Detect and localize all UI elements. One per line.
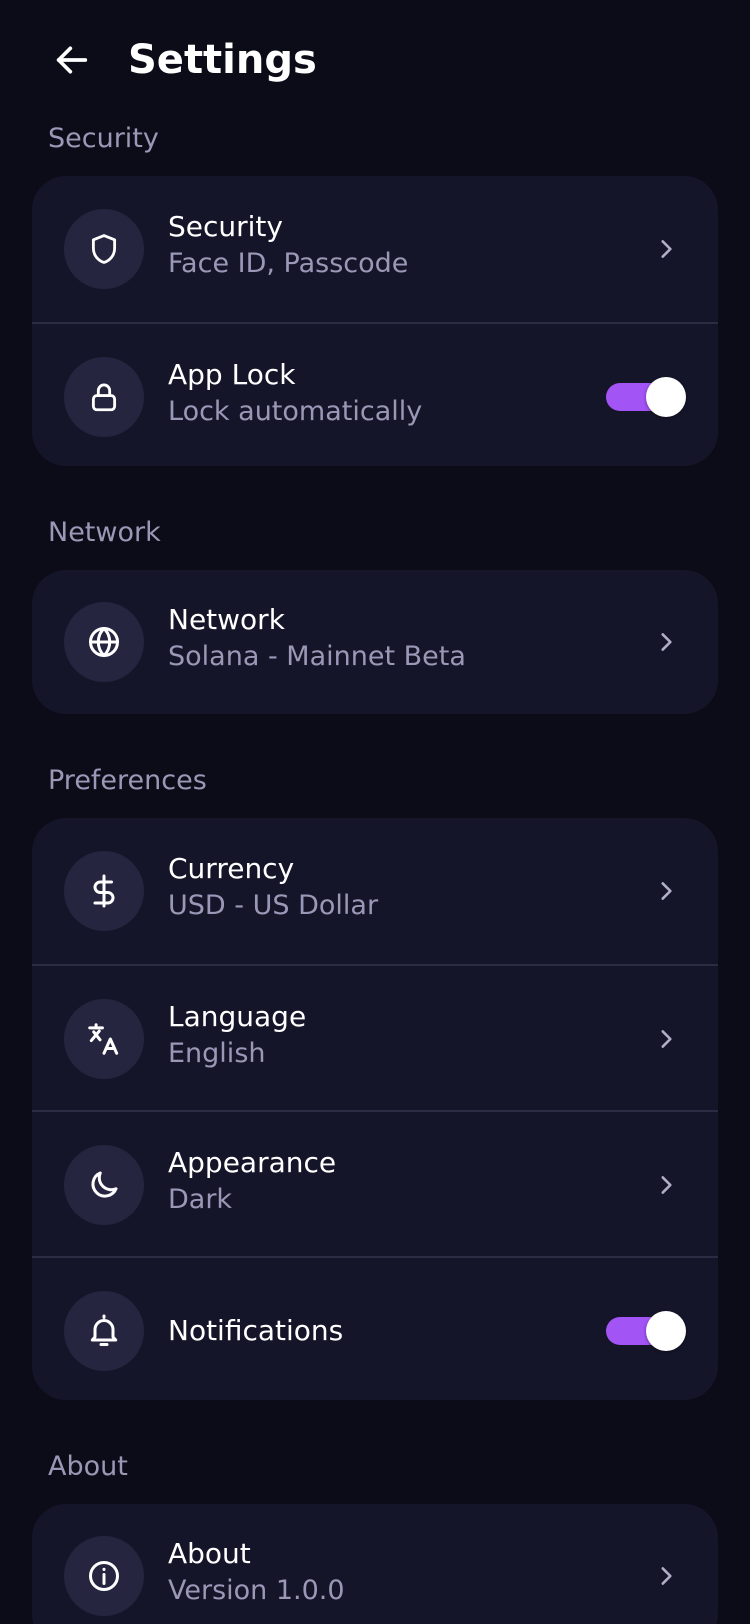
settings-row-app-lock: App Lock Lock automatically [32,322,718,466]
icon-circle [64,1145,144,1225]
row-subtitle: USD - US Dollar [168,890,379,921]
header: Settings [0,0,750,120]
section-label-preferences: Preferences [48,765,207,796]
dollar-icon [86,873,122,909]
about-card: About Version 1.0.0 [32,1504,718,1624]
notifications-toggle[interactable] [606,1311,686,1351]
row-subtitle: English [168,1038,266,1069]
translate-icon [85,1020,123,1058]
row-text: About Version 1.0.0 [168,1535,598,1609]
row-text: Currency USD - US Dollar [168,850,598,924]
arrow-left-icon [52,40,92,80]
icon-circle [64,1291,144,1371]
icon-circle [64,357,144,437]
settings-row-currency[interactable]: Currency USD - US Dollar [32,818,718,964]
section-label-about: About [48,1451,128,1482]
row-text: Language English [168,998,598,1072]
security-card: Security Face ID, Passcode App Lock Lock… [32,176,718,466]
section-label-network: Network [48,517,161,548]
row-subtitle: Dark [168,1184,233,1215]
back-button[interactable] [48,36,96,84]
settings-row-language[interactable]: Language English [32,964,718,1110]
row-text: App Lock Lock automatically [168,356,598,430]
chevron-right-icon [650,233,682,265]
chevron-right-icon [650,1023,682,1055]
row-text: Security Face ID, Passcode [168,208,598,282]
info-icon [86,1558,122,1594]
settings-row-network[interactable]: Network Solana - Mainnet Beta [32,570,718,714]
app-lock-toggle[interactable] [606,377,686,417]
chevron-right-icon [650,1169,682,1201]
row-text: Network Solana - Mainnet Beta [168,601,598,675]
row-text: Notifications [168,1312,598,1350]
icon-circle [64,999,144,1079]
bell-icon [86,1313,122,1349]
globe-icon [86,624,122,660]
row-title: Appearance [168,1146,337,1179]
row-subtitle: Lock automatically [168,396,423,427]
icon-circle [64,851,144,931]
settings-screen: Settings Security Security Face ID, Pass… [0,0,750,1624]
row-title: Network [168,603,285,636]
chevron-right-icon [650,1560,682,1592]
moon-icon [86,1167,122,1203]
page-title: Settings [128,37,317,83]
toggle-knob [646,377,686,417]
row-title: Language [168,1000,307,1033]
network-card: Network Solana - Mainnet Beta [32,570,718,714]
shield-icon [87,232,121,266]
row-title: Notifications [168,1314,344,1347]
row-subtitle: Version 1.0.0 [168,1575,345,1606]
row-text: Appearance Dark [168,1144,598,1218]
settings-row-appearance[interactable]: Appearance Dark [32,1110,718,1256]
row-subtitle: Face ID, Passcode [168,248,409,279]
icon-circle [64,1536,144,1616]
section-label-security: Security [48,123,159,154]
row-title: Currency [168,852,295,885]
icon-circle [64,209,144,289]
row-title: App Lock [168,358,296,391]
row-title: About [168,1537,251,1570]
chevron-right-icon [650,626,682,658]
row-title: Security [168,210,283,243]
settings-row-notifications: Notifications [32,1256,718,1400]
row-subtitle: Solana - Mainnet Beta [168,641,466,672]
settings-row-about[interactable]: About Version 1.0.0 [32,1504,718,1624]
icon-circle [64,602,144,682]
toggle-knob [646,1311,686,1351]
chevron-right-icon [650,875,682,907]
preferences-card: Currency USD - US Dollar Language Englis… [32,818,718,1400]
lock-icon [87,380,121,414]
settings-row-security[interactable]: Security Face ID, Passcode [32,176,718,322]
